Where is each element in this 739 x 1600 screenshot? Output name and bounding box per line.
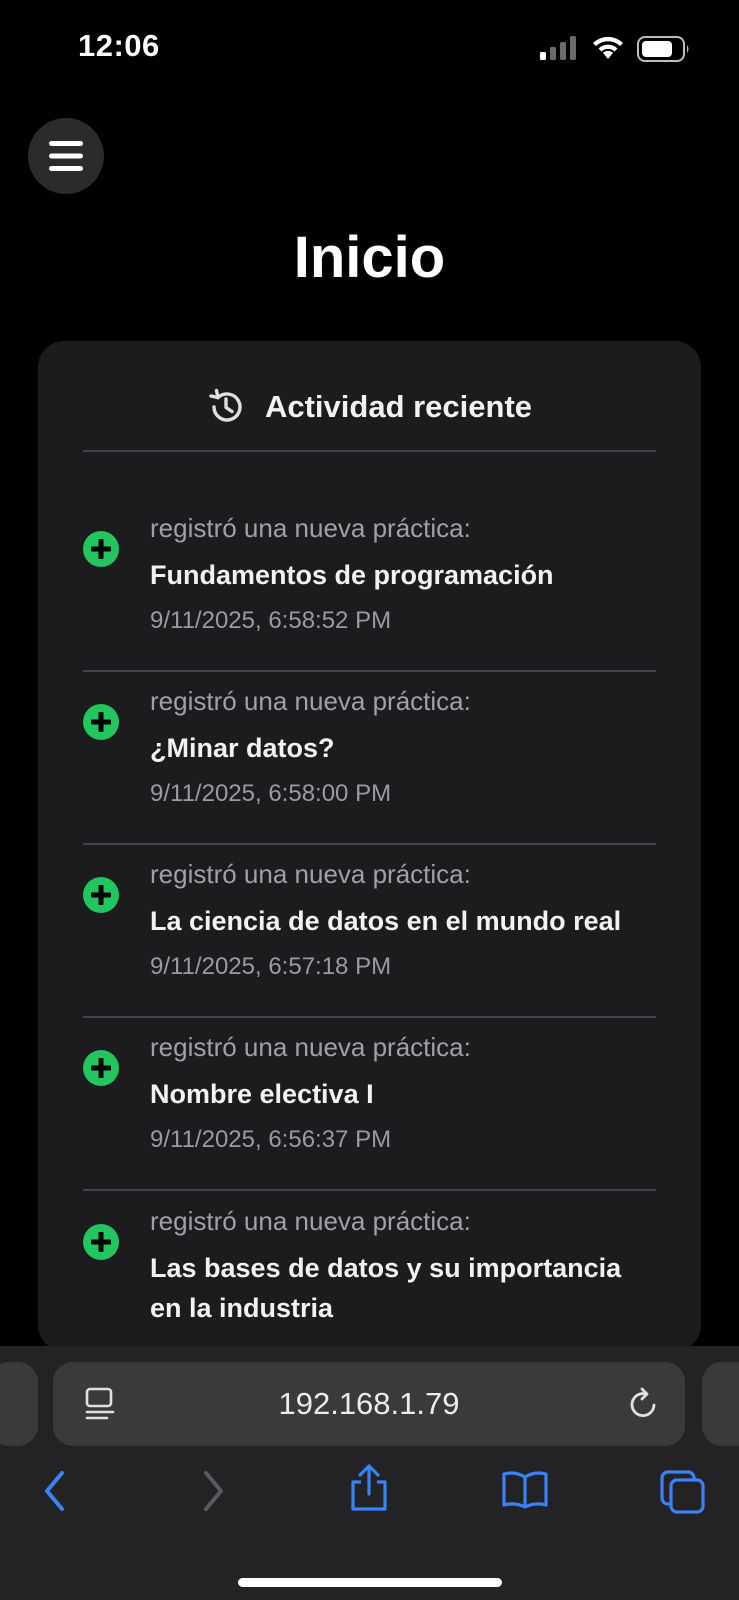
plus-circle-icon	[83, 1050, 119, 1086]
history-icon	[209, 388, 242, 422]
plus-circle-icon	[83, 531, 119, 567]
battery-icon	[637, 36, 689, 62]
home-indicator	[238, 1578, 502, 1587]
status-bar: 12:06	[0, 0, 739, 100]
next-tab-pill[interactable]	[702, 1362, 739, 1446]
divider	[83, 1189, 656, 1191]
status-time: 12:06	[78, 28, 160, 63]
tabs-icon[interactable]	[660, 1470, 706, 1514]
activity-action: registró una nueva práctica:	[150, 1032, 471, 1062]
previous-tab-pill[interactable]	[0, 1362, 38, 1446]
activity-name: La ciencia de datos en el mundo real	[150, 906, 622, 936]
address-bar[interactable]: 192.168.1.79	[53, 1362, 685, 1446]
divider	[83, 450, 656, 452]
url-text[interactable]: 192.168.1.79	[53, 1386, 685, 1422]
wifi-icon	[593, 36, 623, 59]
activity-action: registró una nueva práctica:	[150, 513, 471, 543]
activity-action: registró una nueva práctica:	[150, 686, 471, 716]
chevron-left-icon[interactable]	[42, 1470, 68, 1512]
bookmarks-icon[interactable]	[501, 1470, 549, 1510]
page-title: Inicio	[293, 225, 446, 290]
plus-circle-icon	[83, 877, 119, 913]
plus-circle-icon	[83, 1224, 119, 1260]
menu-button[interactable]	[28, 118, 104, 194]
chevron-right-icon[interactable]	[200, 1470, 226, 1512]
activity-name: Las bases de datos y su importancia en l…	[150, 1253, 622, 1323]
activity-action: registró una nueva práctica:	[150, 859, 471, 889]
browser-toolbar: 192.168.1.79	[0, 1346, 739, 1600]
activity-name: ¿Minar datos?	[150, 733, 335, 763]
card-header: Actividad reciente	[38, 385, 701, 429]
activity-timestamp: 9/11/2025, 6:56:37 PM	[150, 1126, 392, 1153]
activity-timestamp: 9/11/2025, 6:58:00 PM	[150, 780, 392, 807]
share-icon[interactable]	[349, 1464, 389, 1512]
cellular-signal-icon	[540, 36, 576, 60]
plus-circle-icon	[83, 704, 119, 740]
divider	[83, 843, 656, 845]
activity-action: registró una nueva práctica:	[150, 1206, 471, 1236]
activity-timestamp: 9/11/2025, 6:57:18 PM	[150, 953, 392, 980]
divider	[83, 1016, 656, 1018]
recent-activity-card: Actividad reciente registró una nueva pr…	[38, 341, 701, 1351]
reload-icon[interactable]	[627, 1386, 661, 1422]
activity-name: Fundamentos de programación	[150, 560, 554, 590]
activity-name: Nombre electiva I	[150, 1079, 374, 1109]
divider	[83, 670, 656, 672]
activity-timestamp: 9/11/2025, 6:58:52 PM	[150, 607, 392, 634]
hamburger-icon	[49, 141, 83, 171]
card-title: Actividad reciente	[264, 389, 533, 424]
